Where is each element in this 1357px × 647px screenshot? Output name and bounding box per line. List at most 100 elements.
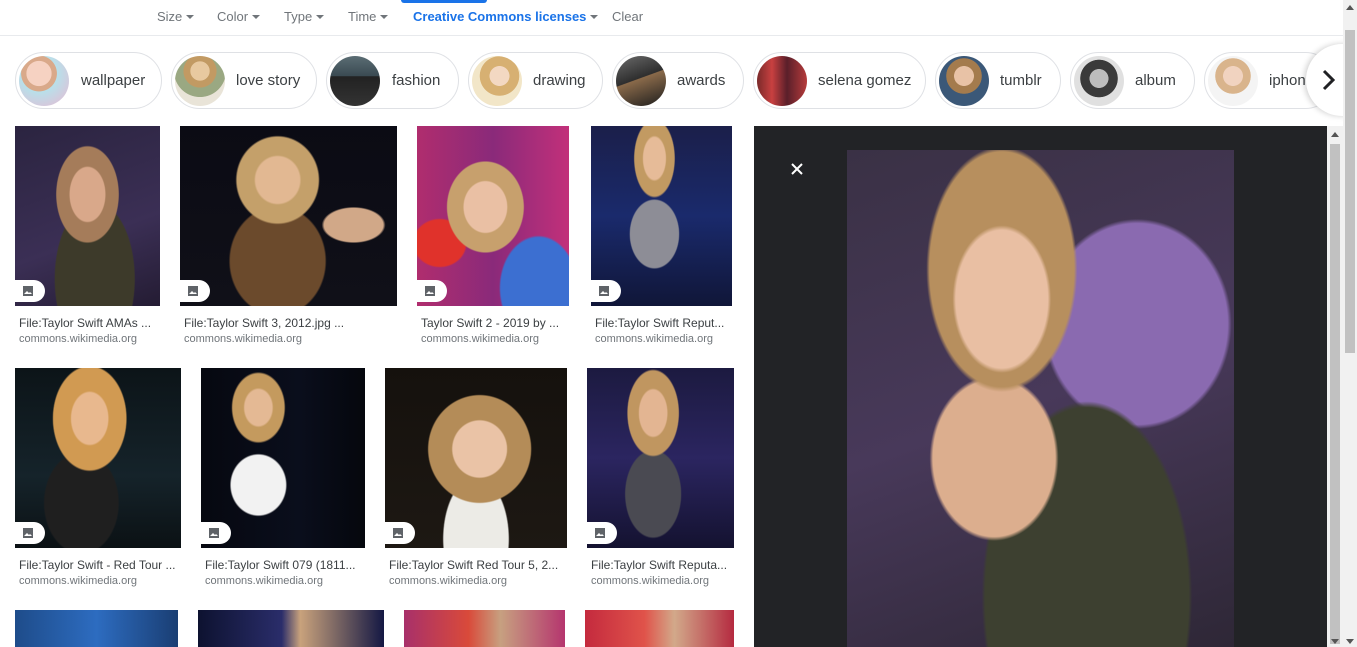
chip-label: selena gomez [818,72,912,89]
filter-time[interactable]: Time [348,9,389,24]
related-search-chips: wallpaper love story fashion drawing awa… [0,52,1343,110]
image-badge [15,522,45,544]
result-title[interactable]: File:Taylor Swift 3, 2012.jpg ... [184,316,394,330]
result-tile[interactable] [198,610,384,647]
chip-tumblr[interactable]: tumblr [935,52,1061,109]
result-title[interactable]: Taylor Swift 2 - 2019 by ... [421,316,567,330]
image-icon [595,528,605,538]
chip-love-story[interactable]: love story [171,52,317,109]
result-title[interactable]: File:Taylor Swift Red Tour 5, 2... [389,558,565,572]
result-tile[interactable]: File:Taylor Swift 079 (1811... commons.w… [201,368,365,588]
result-image [15,368,181,548]
result-image [587,368,734,548]
result-tile[interactable] [585,610,734,647]
result-image [198,610,384,647]
chip-awards[interactable]: awards [612,52,744,109]
image-icon [23,286,33,296]
result-tile[interactable]: File:Taylor Swift Red Tour 5, 2... commo… [385,368,567,588]
result-tile[interactable]: File:Taylor Swift Reput... commons.wikim… [591,126,732,346]
chip-fashion[interactable]: fashion [326,52,459,109]
filter-bar: Size Color Type Time Creative Commons li… [0,0,1343,36]
chip-drawing[interactable]: drawing [468,52,603,109]
result-title[interactable]: File:Taylor Swift 079 (1811... [205,558,363,572]
chip-label: tumblr [1000,72,1042,89]
result-image [180,126,397,306]
result-source: commons.wikimedia.org [421,333,539,345]
caret-down-icon [380,15,389,19]
result-title[interactable]: File:Taylor Swift Reputa... [591,558,733,572]
result-image [404,610,565,647]
filter-size[interactable]: Size [157,9,195,24]
filter-license[interactable]: Creative Commons licenses [413,9,599,24]
filter-size-label: Size [157,9,183,24]
chip-thumbnail [757,56,807,106]
result-image [585,610,734,647]
image-badge [385,522,415,544]
filter-time-label: Time [348,9,377,24]
preview-scrollbar[interactable] [1327,126,1343,647]
result-tile[interactable] [404,610,565,647]
chip-thumbnail [175,56,225,106]
image-badge [201,522,231,544]
filter-color-label: Color [217,9,249,24]
filter-color[interactable]: Color [217,9,261,24]
chip-wallpaper[interactable]: wallpaper [15,52,162,109]
close-icon [791,163,803,175]
result-image [15,610,178,647]
result-image [15,126,160,306]
chip-thumbnail [1074,56,1124,106]
result-tile[interactable]: File:Taylor Swift - Red Tour ... commons… [15,368,181,588]
filter-license-label: Creative Commons licenses [413,9,587,24]
result-tile[interactable] [15,610,178,647]
result-title[interactable]: File:Taylor Swift - Red Tour ... [19,558,179,572]
result-image [417,126,569,306]
result-tile[interactable]: File:Taylor Swift 3, 2012.jpg ... common… [180,126,397,346]
result-source: commons.wikimedia.org [591,575,709,587]
active-filter-indicator [401,0,487,3]
scroll-down-icon[interactable] [1346,639,1354,644]
caret-down-icon [186,15,195,19]
result-source: commons.wikimedia.org [19,333,137,345]
scrollbar-thumb[interactable] [1330,144,1340,644]
scroll-up-icon[interactable] [1346,5,1354,10]
chip-album[interactable]: album [1070,52,1195,109]
clear-filters-button[interactable]: Clear [612,9,643,24]
caret-down-icon [316,15,325,19]
preview-image[interactable] [847,150,1234,647]
image-icon [393,528,403,538]
chip-label: album [1135,72,1176,89]
page-scrollbar[interactable] [1343,0,1357,647]
image-icon [425,286,435,296]
result-source: commons.wikimedia.org [595,333,713,345]
image-badge [587,522,617,544]
result-tile[interactable]: Taylor Swift 2 - 2019 by ... commons.wik… [417,126,569,346]
caret-down-icon [590,15,599,19]
image-badge [180,280,210,302]
result-tile[interactable]: File:Taylor Swift AMAs ... commons.wikim… [7,118,168,354]
image-badge [15,280,45,302]
image-search-page: Size Color Type Time Creative Commons li… [0,0,1357,647]
chevron-right-icon [1322,69,1336,91]
chip-thumbnail [616,56,666,106]
result-image [385,368,567,548]
result-title[interactable]: File:Taylor Swift AMAs ... [19,316,159,330]
scroll-down-icon[interactable] [1331,639,1339,644]
chip-thumbnail [472,56,522,106]
chip-selena-gomez[interactable]: selena gomez [753,52,926,109]
scroll-up-icon[interactable] [1331,132,1339,137]
result-image [201,368,365,548]
chip-thumbnail [939,56,989,106]
result-image [591,126,732,306]
result-source: commons.wikimedia.org [19,575,137,587]
image-icon [209,528,219,538]
image-badge [591,280,621,302]
scrollbar-thumb[interactable] [1345,30,1355,353]
chip-label: wallpaper [81,72,146,89]
close-preview-button[interactable] [786,158,808,180]
result-title[interactable]: File:Taylor Swift Reput... [595,316,732,330]
image-icon [23,528,33,538]
filter-type[interactable]: Type [284,9,325,24]
result-tile[interactable]: File:Taylor Swift Reputa... commons.wiki… [587,368,734,588]
chip-thumbnail [19,56,69,106]
filter-type-label: Type [284,9,313,24]
